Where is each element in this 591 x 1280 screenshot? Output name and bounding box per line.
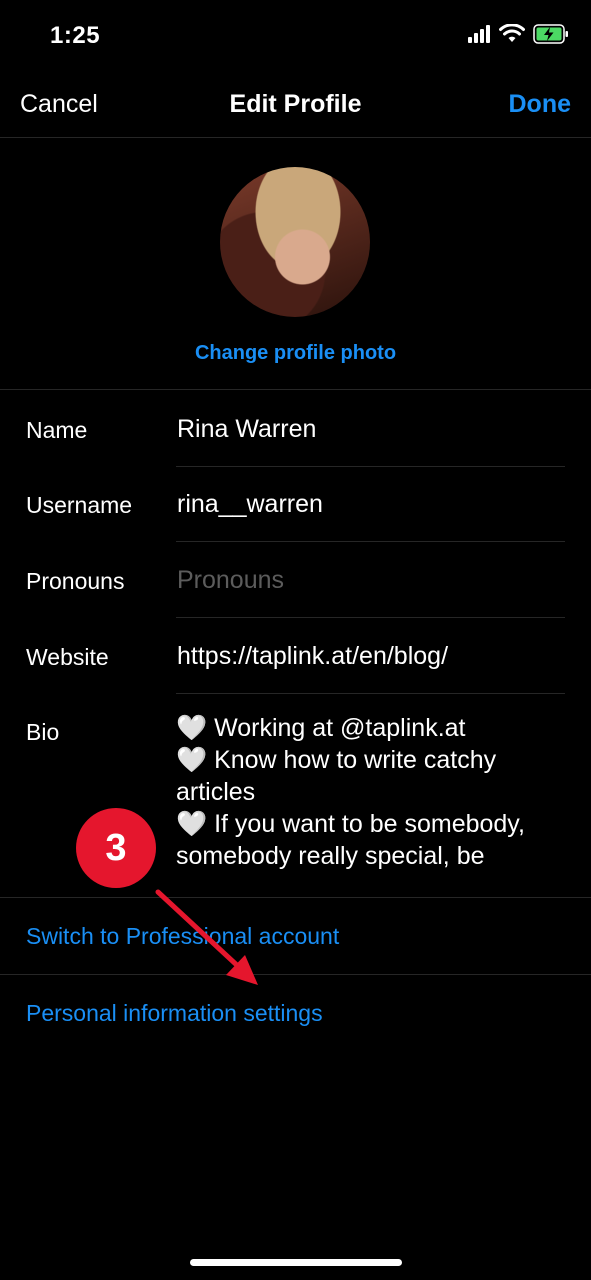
wifi-icon — [499, 24, 525, 42]
username-label: Username — [26, 492, 133, 518]
status-bar: 1:25 — [0, 0, 591, 74]
bio-field[interactable]: 🤍 Working at @taplink.at 🤍 Know how to w… — [176, 712, 568, 872]
nav-bar: Cancel Edit Profile Done — [0, 74, 591, 136]
name-field[interactable]: Rina Warren — [177, 415, 316, 444]
done-button[interactable]: Done — [509, 90, 572, 119]
step-number-badge: 3 — [76, 808, 156, 888]
field-divider — [176, 541, 565, 542]
field-divider — [176, 617, 565, 618]
section-divider — [0, 389, 591, 390]
section-divider — [0, 974, 591, 975]
battery-charging-icon — [533, 24, 568, 44]
field-divider — [176, 693, 565, 694]
switch-professional-account-link[interactable]: Switch to Professional account — [26, 923, 339, 950]
home-indicator[interactable] — [190, 1259, 402, 1266]
nav-divider — [0, 137, 591, 138]
field-divider — [176, 466, 565, 467]
change-profile-photo-button[interactable]: Change profile photo — [0, 342, 591, 365]
username-field[interactable]: rina__warren — [177, 490, 323, 519]
website-label: Website — [26, 644, 109, 670]
personal-information-settings-link[interactable]: Personal information settings — [26, 1000, 323, 1027]
status-icons — [467, 24, 569, 44]
pronouns-label: Pronouns — [26, 568, 125, 594]
status-time: 1:25 — [50, 22, 101, 49]
bio-label: Bio — [26, 719, 60, 745]
profile-photo[interactable] — [220, 167, 370, 317]
cellular-signal-icon — [468, 25, 490, 43]
section-divider — [0, 897, 591, 898]
page-title: Edit Profile — [229, 90, 362, 118]
name-label: Name — [26, 417, 88, 443]
pronouns-field[interactable]: Pronouns — [177, 566, 284, 595]
website-field[interactable]: https://taplink.at/en/blog/ — [177, 642, 448, 671]
